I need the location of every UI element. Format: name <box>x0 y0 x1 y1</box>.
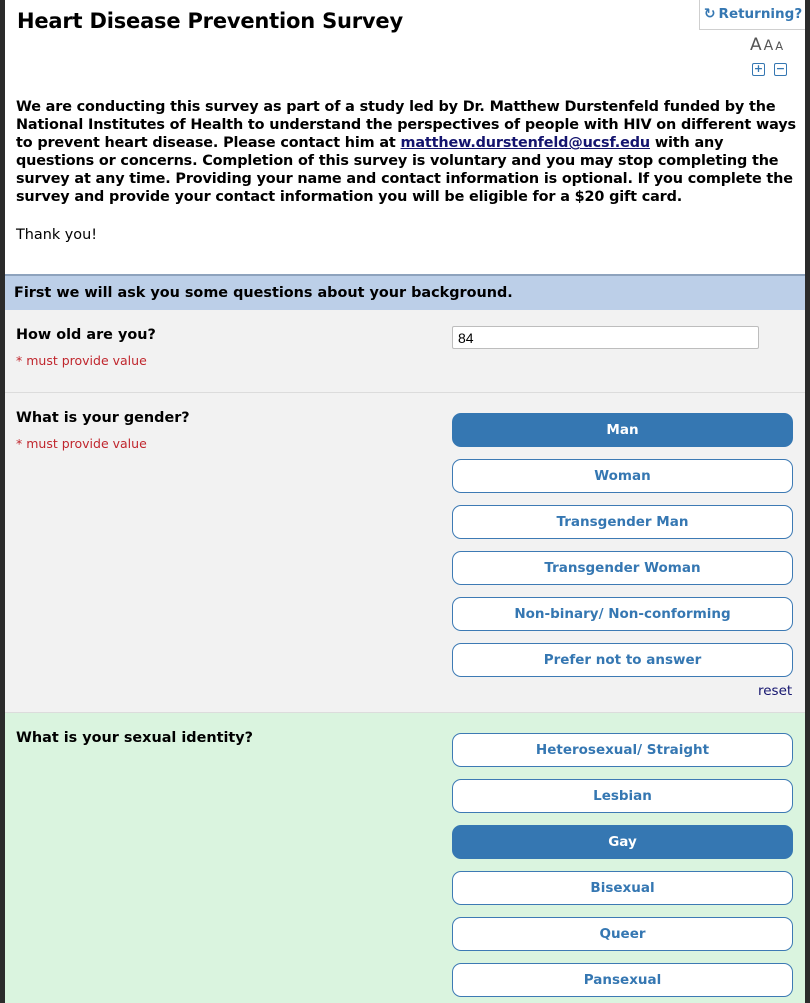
age-input[interactable]: 84 <box>452 326 759 349</box>
gender-option[interactable]: Transgender Man <box>452 505 793 539</box>
question-gender: What is your gender? * must provide valu… <box>5 393 805 713</box>
plus-square-icon[interactable]: + <box>752 63 765 76</box>
required-note: * must provide value <box>16 436 147 451</box>
required-note: * must provide value <box>16 353 147 368</box>
section-header: First we will ask you some questions abo… <box>5 274 805 310</box>
sexual-identity-option[interactable]: Heterosexual/ Straight <box>452 733 793 767</box>
page-title: Heart Disease Prevention Survey <box>17 9 403 33</box>
sexual-identity-option[interactable]: Bisexual <box>452 871 793 905</box>
returning-button[interactable]: ↻ Returning? <box>699 0 805 30</box>
thanks-text: Thank you! <box>16 227 97 243</box>
sexual-identity-option[interactable]: Lesbian <box>452 779 793 813</box>
reset-link[interactable]: reset <box>758 683 792 699</box>
gender-option[interactable]: Woman <box>452 459 793 493</box>
zoom-controls: + − <box>752 63 787 76</box>
font-size-controls: A A A <box>750 35 783 55</box>
gender-option[interactable]: Prefer not to answer <box>452 643 793 677</box>
question-label: What is your gender? <box>16 410 190 426</box>
minus-square-icon[interactable]: − <box>774 63 787 76</box>
gender-option[interactable]: Non-binary/ Non-conforming <box>452 597 793 631</box>
email-link[interactable]: matthew.durstenfeld@ucsf.edu <box>401 135 651 151</box>
font-size-small[interactable]: A <box>775 39 783 53</box>
font-size-large[interactable]: A <box>750 35 762 55</box>
question-age: How old are you? * must provide value 84 <box>5 310 805 393</box>
intro-text: We are conducting this survey as part of… <box>16 98 796 207</box>
sexual-identity-option[interactable]: Pansexual <box>452 963 793 997</box>
font-size-medium[interactable]: A <box>764 38 774 54</box>
survey-page: Heart Disease Prevention Survey ↻ Return… <box>5 0 805 1003</box>
returning-label: Returning? <box>718 6 803 22</box>
refresh-icon: ↻ <box>703 6 716 22</box>
sexual-identity-option[interactable]: Gay <box>452 825 793 859</box>
sexual-identity-option[interactable]: Queer <box>452 917 793 951</box>
question-label: What is your sexual identity? <box>16 730 254 746</box>
question-label: How old are you? <box>16 327 156 343</box>
question-sexual-identity: What is your sexual identity? Heterosexu… <box>5 713 805 1003</box>
gender-option[interactable]: Transgender Woman <box>452 551 793 585</box>
gender-option[interactable]: Man <box>452 413 793 447</box>
